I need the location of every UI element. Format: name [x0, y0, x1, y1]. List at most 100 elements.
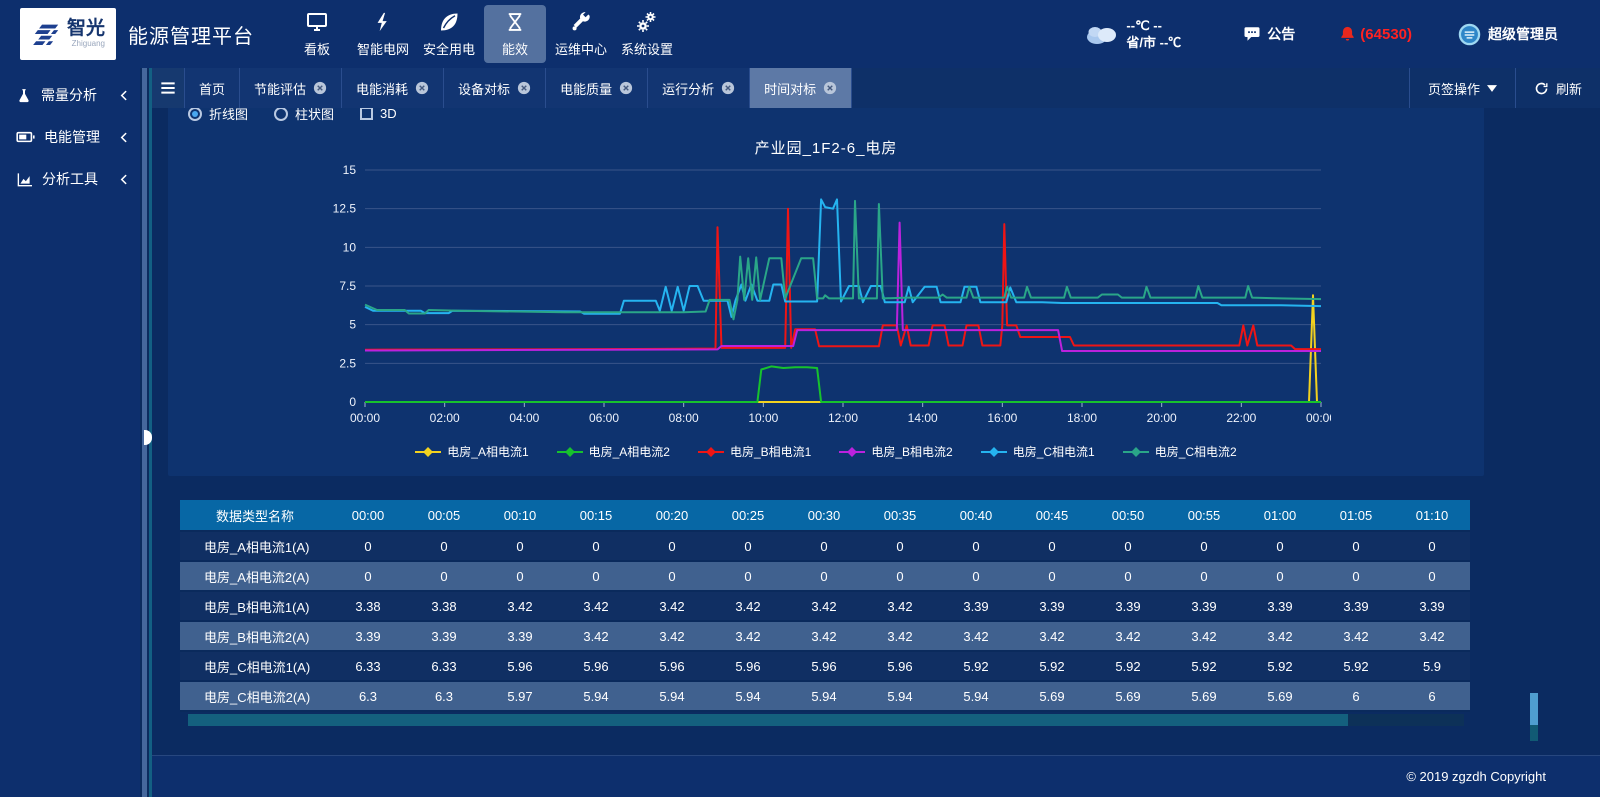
tab-label: 电能消耗 — [356, 79, 408, 98]
page-title: 能源管理平台 — [128, 20, 254, 49]
sidebar-item-demand-analysis[interactable]: 需量分析 — [0, 74, 140, 116]
svg-text:10: 10 — [343, 240, 357, 254]
table-header-cell: 数据类型名称 — [180, 500, 330, 532]
svg-text:2.5: 2.5 — [339, 356, 356, 370]
table-cell: 6.3 — [406, 682, 482, 712]
chart-panel: 折线图柱状图3D 产业园_1F2-6_电房 02.557.51012.51500… — [168, 108, 1484, 476]
legend-marker-icon — [698, 447, 724, 457]
legend-item[interactable]: 电房_B相电流1 — [698, 443, 811, 460]
tab-home[interactable]: 首页 — [185, 68, 240, 108]
table-cell: 3.42 — [1318, 622, 1394, 652]
legend-item[interactable]: 电房_A相电流1 — [415, 443, 528, 460]
tab-close-icon[interactable] — [517, 81, 531, 95]
refresh-button[interactable]: 刷新 — [1515, 68, 1600, 108]
vertical-scrollbar[interactable] — [1530, 693, 1538, 741]
brand-logo[interactable]: 智光 Zhiguang — [20, 8, 116, 60]
table-cell: 3.42 — [634, 592, 710, 622]
table-cell: 0 — [1090, 532, 1166, 562]
gears-icon — [635, 10, 659, 34]
refresh-icon — [1534, 81, 1549, 96]
table-cell: 0 — [1242, 532, 1318, 562]
chart-title: 产业园_1F2-6_电房 — [168, 137, 1484, 158]
nav-item-safe-power[interactable]: 安全用电 — [418, 5, 480, 63]
table-cell: 0 — [862, 562, 938, 592]
legend-item[interactable]: 电房_C相电流1 — [981, 443, 1095, 460]
copyright-text: © 2019 zgzdh Copyright — [1406, 769, 1546, 784]
tab-energy-consumption[interactable]: 电能消耗 — [342, 68, 444, 108]
user-menu[interactable]: 超级管理员 — [1458, 23, 1558, 46]
svg-text:16:00: 16:00 — [987, 411, 1017, 425]
tab-close-icon[interactable] — [721, 81, 735, 95]
table-row-label: 电房_A相电流1(A) — [180, 532, 330, 562]
table-cell: 0 — [330, 562, 406, 592]
legend-item[interactable]: 电房_B相电流2 — [839, 443, 952, 460]
table-cell: 0 — [634, 532, 710, 562]
table-cell: 5.92 — [1318, 652, 1394, 682]
tab-close-icon[interactable] — [619, 81, 633, 95]
zhiguang-logo-icon — [31, 20, 65, 48]
sidebar-item-energy-management[interactable]: 电能管理 — [0, 116, 140, 158]
table-cell: 5.9 — [1394, 652, 1470, 682]
sidebar-item-label: 电能管理 — [44, 127, 100, 147]
legend-item[interactable]: 电房_A相电流2 — [557, 443, 670, 460]
tab-energy-eval[interactable]: 节能评估 — [240, 68, 342, 108]
table-cell: 5.94 — [938, 682, 1014, 712]
radio-line[interactable]: 折线图 — [188, 108, 248, 123]
tab-operations-button[interactable]: 页签操作 — [1409, 68, 1515, 108]
table-cell: 3.42 — [938, 622, 1014, 652]
horizontal-scrollbar-thumb[interactable] — [188, 714, 1348, 726]
table-cell: 0 — [938, 532, 1014, 562]
table-cell: 0 — [1090, 562, 1166, 592]
weather-widget[interactable]: --℃ -- 省/市 --℃ — [1084, 17, 1181, 51]
tab-close-icon[interactable] — [415, 81, 429, 95]
table-cell: 0 — [710, 562, 786, 592]
table-cell: 3.42 — [786, 622, 862, 652]
nav-item-dashboard[interactable]: 看板 — [286, 5, 348, 63]
checkbox-3d[interactable]: 3D — [360, 108, 397, 121]
tab-label: 节能评估 — [254, 79, 306, 98]
legend-item[interactable]: 电房_C相电流2 — [1123, 443, 1237, 460]
avatar-icon — [1458, 23, 1481, 46]
table-cell: 5.97 — [482, 682, 558, 712]
nav-item-ops-center[interactable]: 运维中心 — [550, 5, 612, 63]
nav-item-smart-grid[interactable]: 智能电网 — [352, 5, 414, 63]
tab-menu-button[interactable] — [152, 68, 185, 108]
table-cell: 3.42 — [1166, 622, 1242, 652]
tab-time-benchmark[interactable]: 时间对标 — [750, 68, 852, 108]
table-header-cell: 00:25 — [710, 500, 786, 532]
data-table: 数据类型名称00:0000:0500:1000:1500:2000:2500:3… — [180, 500, 1470, 712]
horizontal-scrollbar[interactable] — [188, 714, 1464, 726]
nav-item-system-settings[interactable]: 系统设置 — [616, 5, 678, 63]
tab-power-quality[interactable]: 电能质量 — [546, 68, 648, 108]
table-cell: 3.42 — [558, 622, 634, 652]
control-label: 3D — [380, 108, 397, 121]
tab-close-icon[interactable] — [823, 81, 837, 95]
table-cell: 3.39 — [1014, 592, 1090, 622]
table-row-label: 电房_A相电流2(A) — [180, 562, 330, 592]
tab-device-benchmark[interactable]: 设备对标 — [444, 68, 546, 108]
table-header-cell: 00:30 — [786, 500, 862, 532]
svg-text:7.5: 7.5 — [339, 279, 356, 293]
announcement-button[interactable]: 公告 — [1243, 24, 1295, 44]
main-nav: 看板智能电网安全用电能效运维中心系统设置 — [286, 5, 678, 63]
tab-close-icon[interactable] — [313, 81, 327, 95]
nav-item-label: 系统设置 — [621, 39, 673, 58]
radio-bar[interactable]: 柱状图 — [274, 108, 334, 123]
brand-name: 智光 — [67, 18, 105, 39]
cloud-icon — [1084, 22, 1120, 46]
table-cell: 5.96 — [786, 652, 862, 682]
vertical-scrollbar-thumb[interactable] — [1530, 693, 1538, 725]
alarm-button[interactable]: (64530) — [1339, 25, 1412, 43]
sidebar-item-analysis-tools[interactable]: 分析工具 — [0, 158, 140, 200]
table-cell: 0 — [1318, 532, 1394, 562]
chart-legend: 电房_A相电流1 电房_A相电流2 电房_B相电流1 电房_B相电流2 电房_C相电流1… — [168, 443, 1484, 460]
chart-canvas: 02.557.51012.51500:0002:0004:0006:0008:0… — [321, 162, 1331, 434]
chat-bubble-icon — [1243, 25, 1261, 43]
tab-operations-label: 页签操作 — [1428, 79, 1480, 98]
tab-operation-analysis[interactable]: 运行分析 — [648, 68, 750, 108]
footer: © 2019 zgzdh Copyright — [152, 755, 1600, 797]
nav-item-efficiency[interactable]: 能效 — [484, 5, 546, 63]
tab-content: 折线图柱状图3D 产业园_1F2-6_电房 02.557.51012.51500… — [152, 108, 1600, 755]
sidebar-collapse-handle[interactable] — [144, 430, 152, 445]
table-header-cell: 00:55 — [1166, 500, 1242, 532]
